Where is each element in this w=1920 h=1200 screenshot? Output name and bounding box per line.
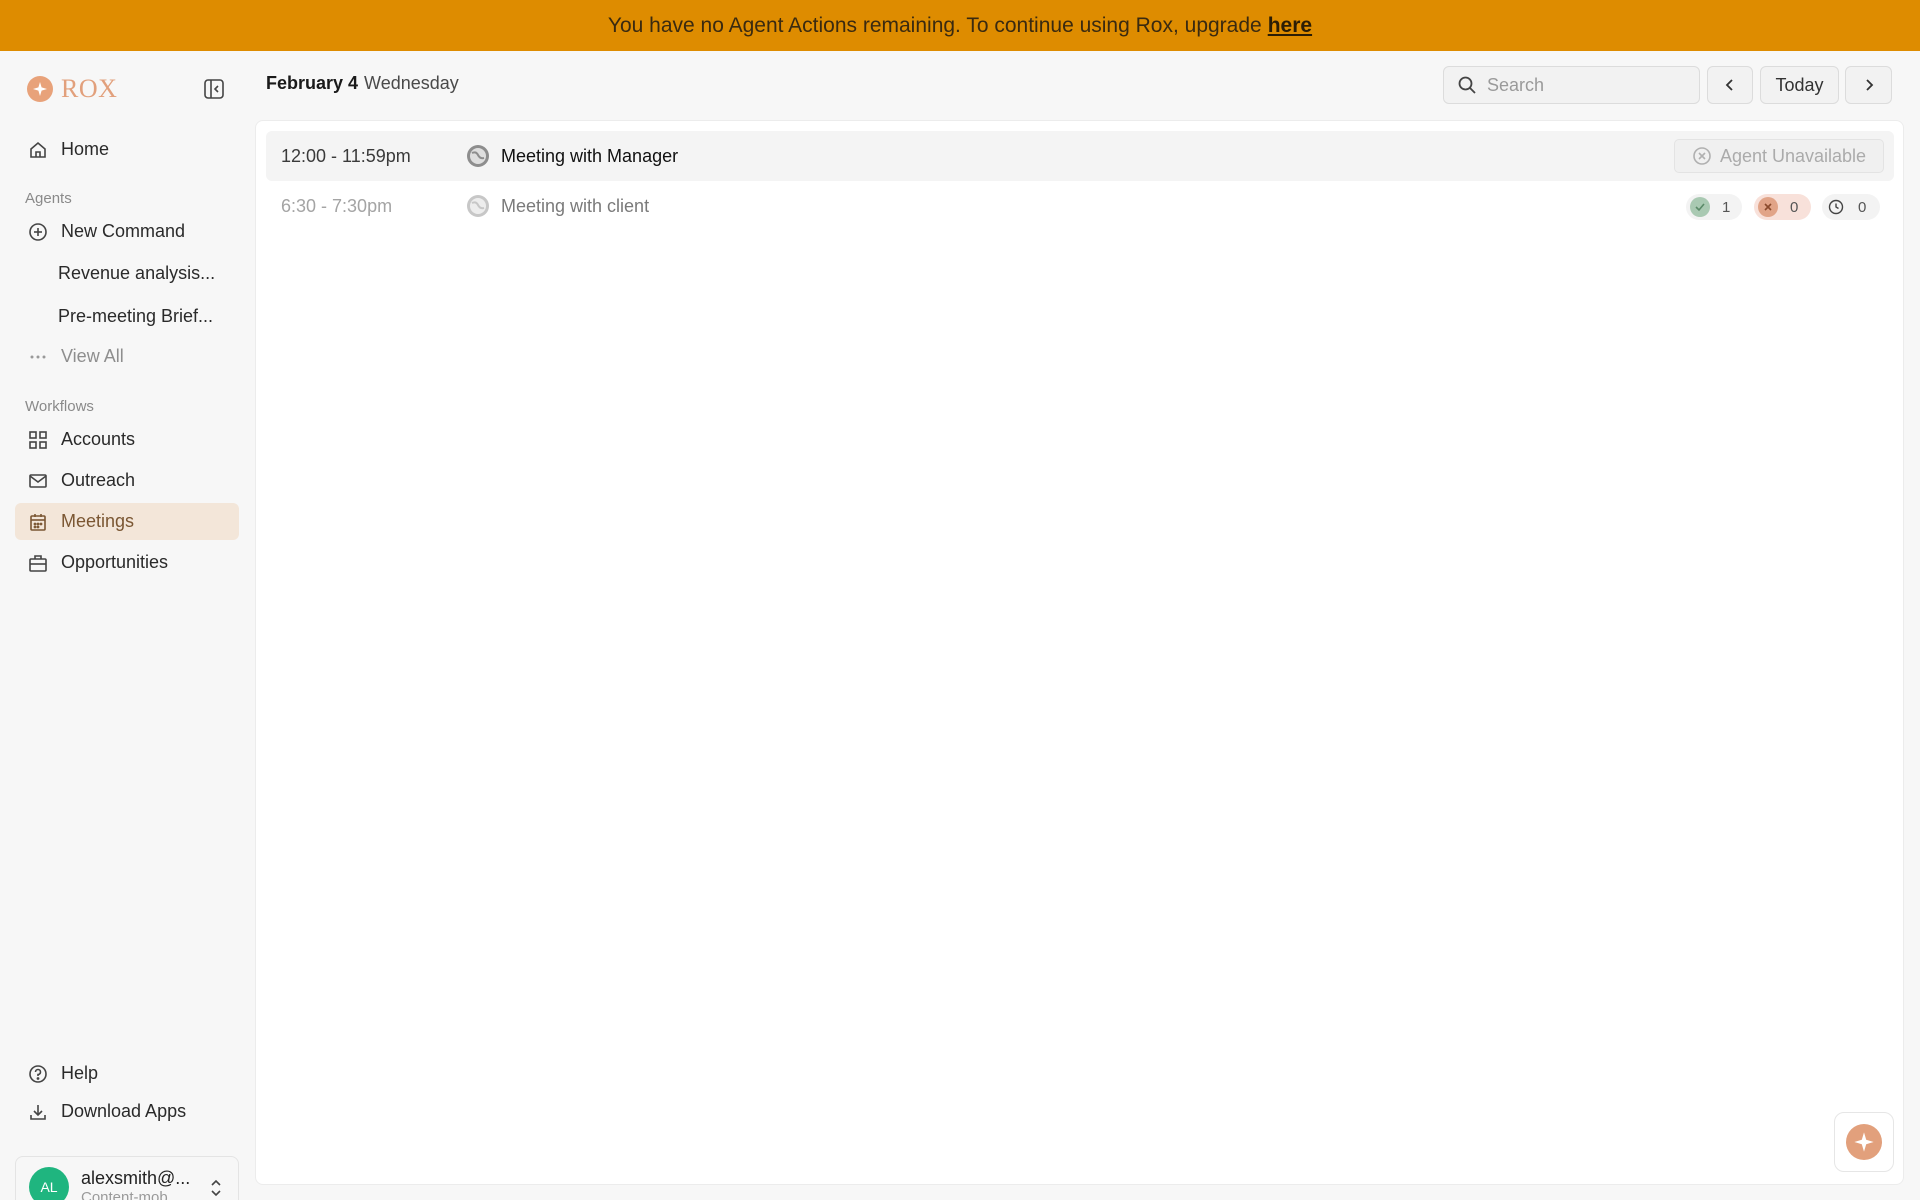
ellipsis-icon [27,346,49,368]
sidebar-item-label: Help [61,1063,99,1083]
completed-count: 1 [1722,198,1731,216]
page-title: February 4 Wednesday [266,73,459,94]
check-icon [1690,197,1710,217]
agents-section-label: Agents [25,190,72,207]
pending-count-badge: 0 [1822,194,1880,220]
previous-day-button[interactable] [1707,66,1753,104]
globe-icon [467,195,489,217]
sidebar-item-new-command[interactable]: New Command [15,213,239,250]
upgrade-link[interactable]: here [1268,14,1312,38]
meeting-title: Meeting with client [501,195,650,216]
banner-message: You have no Agent Actions remaining. To … [607,13,1262,37]
user-name: alexsmith@... [81,1168,191,1188]
globe-icon [467,145,489,167]
search-input[interactable] [1487,74,1687,96]
download-icon [27,1101,49,1123]
x-icon [1758,197,1778,217]
sparkle-icon [1846,1124,1882,1160]
today-button[interactable]: Today [1760,66,1839,104]
chevron-left-icon [1725,79,1733,91]
calendar-icon [27,511,49,533]
sidebar-item-label: Meetings [61,511,135,531]
assistant-button[interactable] [1834,1112,1894,1172]
meeting-title: Meeting with Manager [501,145,679,166]
sidebar-item-download-apps[interactable]: Download Apps [15,1093,239,1130]
sidebar-item-accounts[interactable]: Accounts [15,421,239,458]
sidebar-item-home[interactable]: Home [15,131,239,168]
failed-count-badge: 0 [1754,194,1811,220]
failed-count: 0 [1790,198,1799,216]
collapse-sidebar-icon[interactable] [202,77,226,101]
user-org: Content-mob... [81,1189,181,1200]
sidebar-item-label: Pre-meeting Brief... [58,306,214,326]
sidebar-item-label: Accounts [61,429,136,449]
logo[interactable]: ROX [27,71,117,107]
briefcase-icon [27,552,49,574]
search-box[interactable] [1443,66,1700,104]
meetings-panel: 12:00 - 11:59pm Meeting with Manager Age… [255,120,1904,1185]
weekday-label: Wednesday [364,73,459,93]
clock-icon [1826,197,1846,217]
chevron-right-icon [1865,79,1873,91]
sidebar-item-agent-2[interactable]: Pre-meeting Brief... [15,298,239,335]
user-menu[interactable]: AL alexsmith@... Content-mob... [15,1156,239,1200]
sidebar-item-help[interactable]: Help [15,1055,239,1092]
sidebar-item-label: Opportunities [61,552,169,572]
sidebar-item-agent-1[interactable]: Revenue analysis... [15,255,239,292]
chevron-up-down-icon [211,1179,221,1197]
pending-count: 0 [1858,198,1867,216]
x-circle-icon [1693,147,1711,165]
sidebar-item-label: Outreach [61,470,136,490]
sidebar-item-label: Home [61,139,110,159]
sidebar-item-opportunities[interactable]: Opportunities [15,544,239,581]
mail-icon [27,470,49,492]
home-icon [27,139,49,161]
sidebar-item-label: Download Apps [61,1101,187,1121]
sidebar-item-outreach[interactable]: Outreach [15,462,239,499]
sidebar-item-meetings[interactable]: Meetings [15,503,239,540]
brand-name: ROX [61,74,118,103]
agent-unavailable-badge: Agent Unavailable [1674,139,1884,173]
meeting-row[interactable]: 12:00 - 11:59pm Meeting with Manager Age… [266,131,1894,181]
next-day-button[interactable] [1845,66,1892,104]
search-icon [1458,76,1476,94]
completed-count-badge: 1 [1686,194,1742,220]
upgrade-banner: You have no Agent Actions remaining. To … [0,0,1920,51]
grid-icon [27,429,49,451]
plus-circle-icon [27,221,49,243]
avatar: AL [29,1167,69,1200]
status-label: Agent Unavailable [1719,145,1867,166]
meeting-time: 12:00 - 11:59pm [281,145,411,166]
help-circle-icon [27,1063,49,1085]
meeting-time: 6:30 - 7:30pm [281,195,393,216]
sidebar-item-label: View All [61,346,124,366]
sidebar-item-view-all[interactable]: View All [15,338,239,375]
meeting-row[interactable]: 6:30 - 7:30pm Meeting with client 1 0 0 [266,181,1894,231]
workflows-section-label: Workflows [25,398,94,415]
sidebar-item-label: Revenue analysis... [58,263,216,283]
sidebar-item-label: New Command [61,221,186,241]
date-label: February 4 [266,73,359,93]
sidebar: ROX Home Agents New Command Revenue anal… [0,51,254,1200]
rox-logo-icon [27,76,53,102]
